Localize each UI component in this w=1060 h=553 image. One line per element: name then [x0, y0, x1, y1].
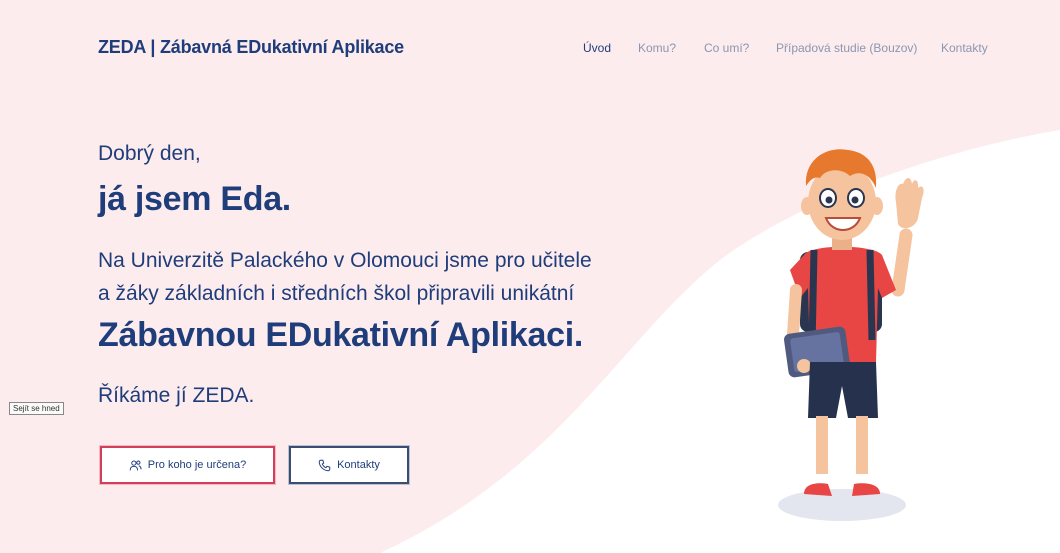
nav-link-co-umi[interactable]: Co umí?	[704, 41, 749, 55]
top-navigation: ZEDA | Zábavná EDukativní Aplikace Úvod …	[0, 0, 1060, 95]
hero-intro-line-2: a žáky základních i středních škol připr…	[98, 282, 575, 305]
hero-title: já jsem Eda.	[98, 180, 291, 218]
tooltip: Sejít se hned	[9, 402, 64, 415]
boy-mascot-illustration	[778, 149, 924, 521]
hero-intro: Na Univerzitě Palackého v Olomouci jsme …	[98, 244, 718, 310]
nav-link-kontakty[interactable]: Kontakty	[941, 41, 988, 55]
contacts-button[interactable]: Kontakty	[289, 446, 409, 484]
nav-link-uvod[interactable]: Úvod	[583, 41, 611, 55]
hero-short-name: Říkáme jí ZEDA.	[98, 384, 255, 407]
nav-link-komu[interactable]: Komu?	[638, 41, 676, 55]
hero-app-name: Zábavnou EDukativní Aplikaci.	[98, 316, 584, 354]
nav-link-pripadova-studie[interactable]: Případová studie (Bouzov)	[776, 41, 917, 55]
landing-page: ZEDA | Zábavná EDukativní Aplikace Úvod …	[0, 0, 1060, 553]
users-icon	[129, 459, 142, 470]
contacts-button-label: Kontakty	[337, 459, 380, 471]
brand-logo-text[interactable]: ZEDA | Zábavná EDukativní Aplikace	[98, 37, 404, 58]
hero-intro-line-1: Na Univerzitě Palackého v Olomouci jsme …	[98, 249, 592, 272]
for-whom-button-label: Pro koho je určena?	[147, 459, 247, 471]
phone-icon	[318, 459, 331, 471]
hero-greeting: Dobrý den,	[98, 142, 201, 165]
for-whom-button[interactable]: Pro koho je určena?	[100, 446, 275, 484]
